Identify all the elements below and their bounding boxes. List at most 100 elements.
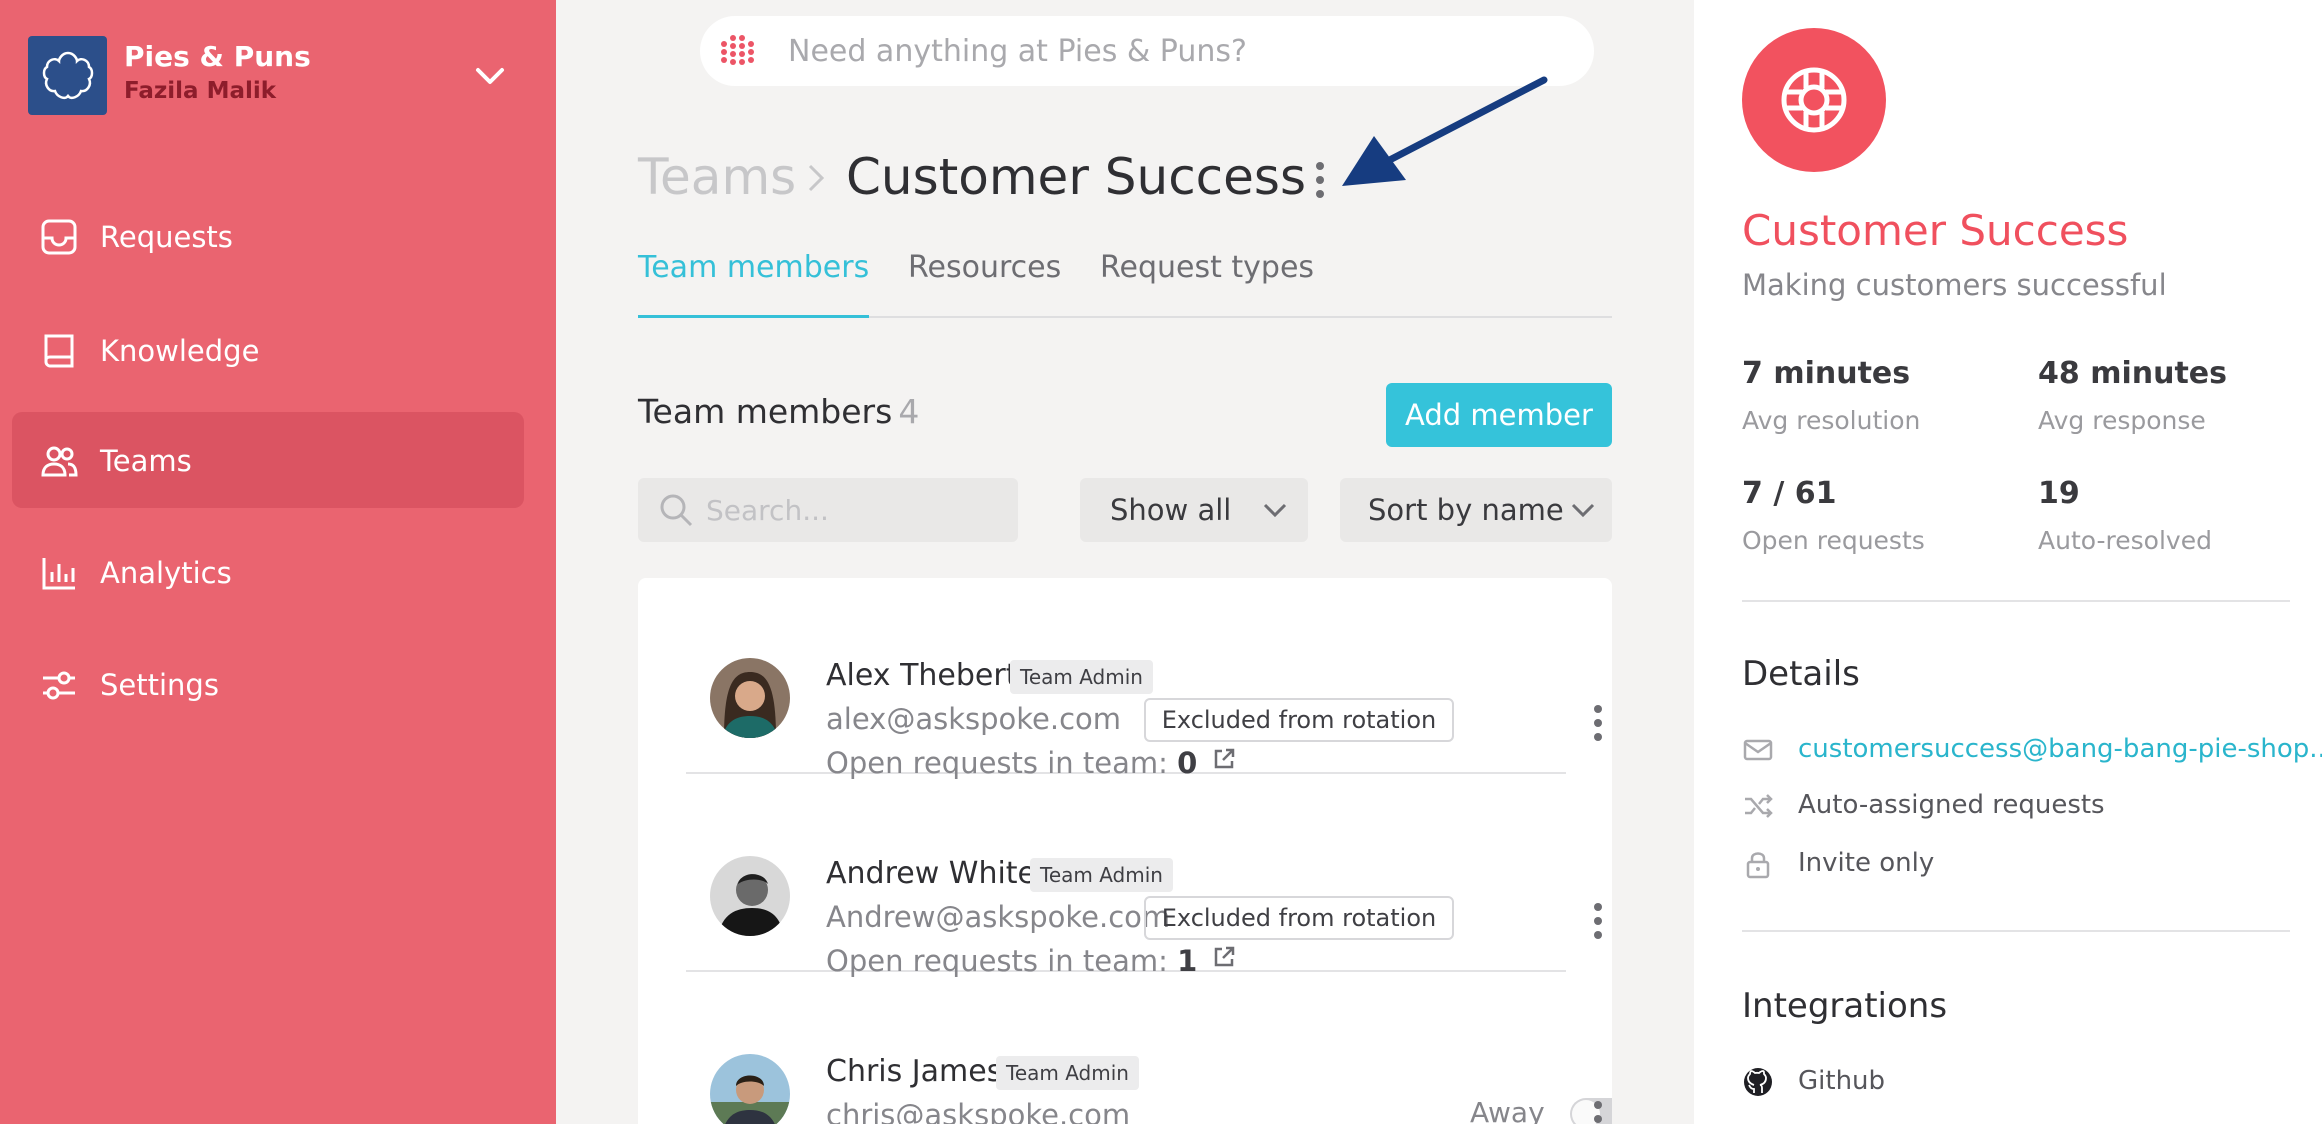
stat-label: Avg response — [2038, 406, 2206, 435]
annotation-arrow-icon — [1342, 76, 1548, 186]
more-vertical-icon[interactable] — [1592, 1100, 1604, 1124]
away-toggle[interactable] — [1570, 1098, 1612, 1124]
details-heading: Details — [1742, 654, 1860, 694]
member-email: Andrew@askspoke.com — [826, 900, 1171, 934]
external-link-icon[interactable] — [1211, 746, 1237, 772]
lock-icon — [1746, 852, 1770, 879]
org-logo — [28, 36, 107, 115]
stat-value: 7 / 61 — [1742, 476, 1837, 511]
avatar — [710, 856, 790, 936]
current-user-name: Fazila Malik — [124, 78, 277, 104]
avatar — [710, 658, 790, 738]
search-icon — [660, 494, 693, 527]
team-info-panel: Customer Success Making customers succes… — [1694, 0, 2322, 1124]
open-requests-count: 0 — [1177, 746, 1198, 780]
away-label: Away — [1470, 1096, 1545, 1124]
more-vertical-icon[interactable] — [1592, 704, 1604, 742]
main-content: Need anything at Pies & Puns? Teams Cust… — [556, 0, 1694, 1124]
sidebar-item-label: Settings — [100, 668, 219, 702]
list-item: Alex Thebert Team Admin alex@askspoke.co… — [686, 578, 1602, 780]
invite-only-label: Invite only — [1798, 848, 1935, 878]
role-badge: Team Admin — [1030, 858, 1173, 892]
sidebar-item-analytics[interactable]: Analytics — [12, 524, 524, 620]
flower-logo-icon — [42, 51, 93, 99]
stat-value: 48 minutes — [2038, 356, 2227, 391]
dots-logo-icon — [721, 35, 754, 65]
tab-bar: Team members Resources Request types — [638, 240, 1612, 318]
team-description: Making customers successful — [1742, 268, 2167, 302]
stat-label: Avg resolution — [1742, 406, 1921, 435]
shuffle-icon — [1745, 794, 1773, 818]
integrations-heading: Integrations — [1742, 986, 1948, 1026]
member-name[interactable]: Chris James — [826, 1054, 1002, 1089]
inbox-icon — [41, 219, 77, 255]
divider — [1742, 600, 2290, 602]
members-heading: Team members 4 — [638, 392, 919, 431]
org-switcher[interactable]: Pies & Puns Fazila Malik — [28, 36, 548, 116]
open-requests-count: 1 — [1177, 944, 1198, 978]
sidebar-item-label: Teams — [100, 444, 192, 478]
rotation-status-badge: Excluded from rotation — [1144, 896, 1454, 940]
sidebar-item-knowledge[interactable]: Knowledge — [12, 302, 524, 398]
tab-team-members[interactable]: Team members — [638, 250, 870, 318]
chevron-down-icon — [1571, 503, 1595, 518]
chevron-down-icon — [1263, 503, 1287, 518]
open-requests: Open requests in team: 1 — [826, 944, 1197, 978]
github-icon — [1744, 1068, 1772, 1096]
members-card: Alex Thebert Team Admin alex@askspoke.co… — [638, 578, 1612, 1124]
add-member-button[interactable]: Add member — [1386, 383, 1612, 447]
org-name: Pies & Puns — [124, 40, 311, 73]
tab-resources[interactable]: Resources — [908, 250, 1061, 318]
breadcrumb-teams[interactable]: Teams — [638, 148, 796, 206]
sidebar: Pies & Puns Fazila Malik Requests Knowle… — [0, 0, 556, 1124]
mail-icon — [1743, 739, 1773, 761]
chevron-down-icon[interactable] — [472, 58, 508, 94]
search-placeholder: Search... — [706, 494, 829, 527]
sidebar-item-label: Analytics — [100, 556, 232, 590]
team-logo — [1742, 28, 1886, 172]
sort-value: Sort by name — [1368, 493, 1564, 527]
page-title: Customer Success — [846, 148, 1307, 206]
sidebar-item-teams[interactable]: Teams — [12, 412, 524, 508]
bar-chart-icon — [42, 558, 75, 590]
lifebuoy-icon — [1781, 67, 1847, 133]
sidebar-item-label: Knowledge — [100, 334, 260, 368]
chevron-right-icon — [808, 164, 825, 192]
team-name: Customer Success — [1742, 206, 2129, 255]
role-badge: Team Admin — [996, 1056, 1139, 1090]
filter-dropdown[interactable]: Show all — [1080, 478, 1308, 542]
role-badge: Team Admin — [1010, 660, 1153, 694]
member-name[interactable]: Andrew White — [826, 856, 1036, 891]
list-item: Andrew White Team Admin Andrew@askspoke.… — [686, 776, 1602, 978]
auto-assign-label: Auto-assigned requests — [1798, 790, 2105, 820]
member-name[interactable]: Alex Thebert — [826, 658, 1017, 693]
member-email: alex@askspoke.com — [826, 702, 1122, 736]
member-search-input[interactable]: Search... — [638, 478, 1018, 542]
open-requests-label: Open requests in team: — [826, 944, 1168, 978]
team-email-link[interactable]: customersuccess@bang-bang-pie-shop.... — [1798, 734, 2322, 764]
tab-request-types[interactable]: Request types — [1100, 250, 1314, 318]
people-icon — [41, 446, 78, 477]
open-requests: Open requests in team: 0 — [826, 746, 1197, 780]
sort-dropdown[interactable]: Sort by name — [1340, 478, 1612, 542]
avatar — [710, 1054, 790, 1124]
stat-value: 19 — [2038, 476, 2080, 511]
filter-value: Show all — [1110, 493, 1232, 527]
member-email: chris@askspoke.com — [826, 1098, 1131, 1124]
book-icon — [44, 334, 74, 368]
sidebar-item-settings[interactable]: Settings — [12, 636, 524, 732]
stat-label: Open requests — [1742, 526, 1925, 555]
open-requests-label: Open requests in team: — [826, 746, 1168, 780]
sidebar-item-label: Requests — [100, 220, 233, 254]
members-count: 4 — [898, 392, 920, 431]
stat-label: Auto-resolved — [2038, 526, 2212, 555]
search-input[interactable]: Need anything at Pies & Puns? — [788, 34, 1247, 69]
members-heading-label: Team members — [638, 392, 893, 431]
external-link-icon[interactable] — [1211, 944, 1237, 970]
integration-github[interactable]: Github — [1798, 1066, 1885, 1096]
rotation-status-badge: Excluded from rotation — [1144, 698, 1454, 742]
sliders-icon — [43, 671, 75, 700]
more-vertical-icon[interactable] — [1592, 902, 1604, 940]
list-item: Chris James Team Admin chris@askspoke.co… — [686, 974, 1612, 1124]
sidebar-item-requests[interactable]: Requests — [12, 188, 524, 284]
